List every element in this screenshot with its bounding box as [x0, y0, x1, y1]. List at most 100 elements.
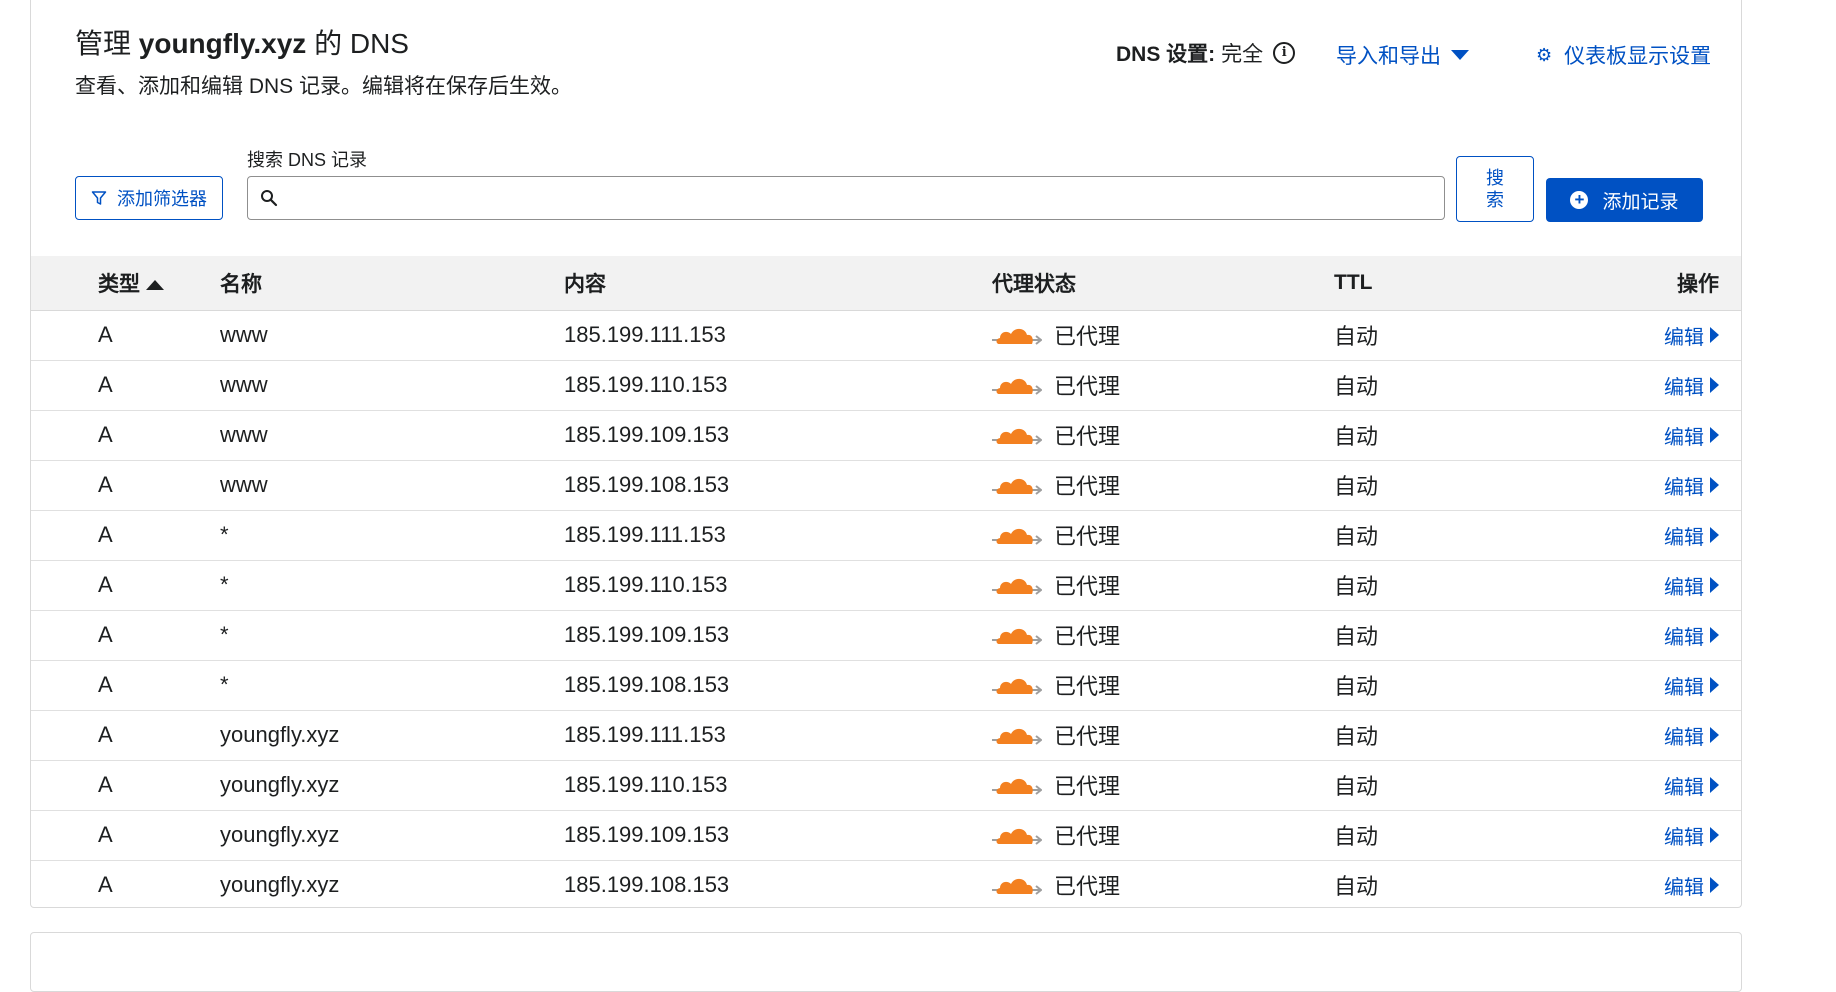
column-header-name[interactable]: 名称	[220, 256, 564, 311]
edit-button[interactable]: 编辑	[1664, 871, 1719, 900]
edit-button[interactable]: 编辑	[1664, 321, 1719, 350]
edit-button[interactable]: 编辑	[1664, 721, 1719, 750]
record-action: 编辑	[1614, 710, 1741, 761]
caret-right-icon	[1710, 627, 1719, 643]
record-ttl: 自动	[1334, 310, 1614, 361]
table-header-row: 类型 名称 内容 代理状态 TTL 操作	[31, 256, 1741, 311]
orange-cloud-icon	[992, 778, 1042, 795]
caret-right-icon	[1710, 527, 1719, 543]
import-export-dropdown[interactable]: 导入和导出	[1336, 40, 1469, 70]
record-proxy-status: 已代理	[992, 810, 1334, 861]
gear-icon: ⚙	[1536, 44, 1553, 65]
edit-label: 编辑	[1664, 426, 1704, 449]
record-type: A	[31, 610, 220, 661]
proxy-status-label: 已代理	[1054, 424, 1121, 449]
search-field[interactable]	[247, 176, 1445, 220]
dns-records-table: 类型 名称 内容 代理状态 TTL 操作 Awww 185.199.111.153…	[31, 256, 1741, 910]
record-type: A	[31, 510, 220, 561]
record-type: A	[31, 760, 220, 811]
dns-setting: DNS 设置: 完全 i	[1116, 38, 1296, 68]
record-action: 编辑	[1614, 760, 1741, 811]
column-header-type[interactable]: 类型	[31, 256, 220, 311]
edit-button[interactable]: 编辑	[1664, 821, 1719, 850]
edit-button[interactable]: 编辑	[1664, 571, 1719, 600]
filter-icon	[91, 191, 107, 205]
record-ttl: 自动	[1334, 810, 1614, 861]
page-title: 管理 youngfly.xyz 的 DNS	[75, 22, 409, 62]
record-proxy-status: 已代理	[992, 860, 1334, 910]
record-name: youngfly.xyz	[220, 810, 564, 861]
edit-label: 编辑	[1664, 726, 1704, 749]
orange-cloud-icon	[992, 528, 1042, 545]
edit-button[interactable]: 编辑	[1664, 771, 1719, 800]
table-row[interactable]: Ayoungfly.xyz 185.199.109.153 已代理 自动 编辑	[31, 810, 1741, 861]
record-content: 185.199.108.153	[564, 460, 992, 511]
record-content: 185.199.111.153	[564, 510, 992, 561]
record-name: *	[220, 510, 564, 561]
search-input[interactable]	[286, 178, 1444, 218]
record-ttl: 自动	[1334, 760, 1614, 811]
orange-cloud-icon	[992, 728, 1042, 745]
edit-button[interactable]: 编辑	[1664, 521, 1719, 550]
table-row[interactable]: A * 185.199.110.153 已代理 自动 编辑	[31, 560, 1741, 611]
record-name: www	[220, 460, 564, 511]
table-row[interactable]: Awww 185.199.108.153 已代理 自动 编辑	[31, 460, 1741, 511]
edit-label: 编辑	[1664, 626, 1704, 649]
record-ttl: 自动	[1334, 360, 1614, 411]
column-header-ttl[interactable]: TTL	[1334, 256, 1614, 311]
table-row[interactable]: Awww 185.199.111.153 已代理 自动 编辑	[31, 310, 1741, 361]
plus-circle-icon: +	[1570, 191, 1589, 209]
record-ttl: 自动	[1334, 510, 1614, 561]
edit-button[interactable]: 编辑	[1664, 371, 1719, 400]
proxy-status-label: 已代理	[1054, 824, 1121, 849]
orange-cloud-icon	[992, 878, 1042, 895]
search-button[interactable]: 搜索	[1456, 156, 1534, 222]
title-domain: youngfly.xyz	[138, 28, 307, 59]
table-row[interactable]: A * 185.199.111.153 已代理 自动 编辑	[31, 510, 1741, 561]
table-row[interactable]: Awww 185.199.110.153 已代理 自动 编辑	[31, 360, 1741, 411]
edit-button[interactable]: 编辑	[1664, 671, 1719, 700]
info-icon[interactable]: i	[1273, 42, 1296, 64]
column-header-content[interactable]: 内容	[564, 256, 992, 311]
orange-cloud-icon	[992, 478, 1042, 495]
record-ttl: 自动	[1334, 410, 1614, 461]
table-row[interactable]: Ayoungfly.xyz 185.199.108.153 已代理 自动 编辑	[31, 860, 1741, 910]
dashboard-display-settings-link[interactable]: ⚙ 仪表板显示设置	[1536, 40, 1711, 70]
add-record-label: 添加记录	[1602, 191, 1679, 213]
table-row[interactable]: Ayoungfly.xyz 185.199.110.153 已代理 自动 编辑	[31, 760, 1741, 811]
table-row[interactable]: A * 185.199.108.153 已代理 自动 编辑	[31, 660, 1741, 711]
edit-label: 编辑	[1664, 676, 1704, 699]
edit-button[interactable]: 编辑	[1664, 421, 1719, 450]
record-type: A	[31, 310, 220, 361]
record-ttl: 自动	[1334, 874, 1379, 899]
record-name: www	[220, 410, 564, 461]
record-type: A	[31, 410, 220, 461]
table-row[interactable]: A * 185.199.109.153 已代理 自动 编辑	[31, 610, 1741, 661]
proxy-status-label: 已代理	[1054, 624, 1121, 649]
edit-label: 编辑	[1664, 826, 1704, 849]
record-proxy-status: 已代理	[992, 310, 1334, 361]
title-prefix: 管理	[75, 28, 139, 59]
record-ttl: 自动	[1334, 560, 1614, 611]
add-filter-button[interactable]: 添加筛选器	[75, 176, 223, 220]
column-header-action: 操作	[1614, 256, 1741, 311]
table-row[interactable]: Ayoungfly.xyz 185.199.111.153 已代理 自动 编辑	[31, 710, 1741, 761]
orange-cloud-icon	[992, 328, 1042, 345]
edit-button[interactable]: 编辑	[1664, 471, 1719, 500]
record-content: 185.199.110.153	[564, 360, 992, 411]
record-action: 编辑	[1614, 860, 1741, 910]
record-action: 编辑	[1614, 360, 1741, 411]
record-proxy-status: 已代理	[992, 760, 1334, 811]
table-row[interactable]: Awww 185.199.109.153 已代理 自动 编辑	[31, 410, 1741, 461]
record-content: 185.199.109.153	[564, 610, 992, 661]
edit-label: 编辑	[1664, 876, 1704, 899]
proxy-status-label: 已代理	[1054, 374, 1121, 399]
add-record-button[interactable]: + 添加记录	[1546, 178, 1703, 222]
record-content: 185.199.111.153	[564, 310, 992, 361]
edit-label: 编辑	[1664, 376, 1704, 399]
column-header-proxy[interactable]: 代理状态	[992, 256, 1334, 311]
record-name: *	[220, 560, 564, 611]
edit-button[interactable]: 编辑	[1664, 621, 1719, 650]
dns-setting-label: DNS 设置:	[1116, 43, 1216, 66]
record-type: A	[98, 872, 113, 897]
